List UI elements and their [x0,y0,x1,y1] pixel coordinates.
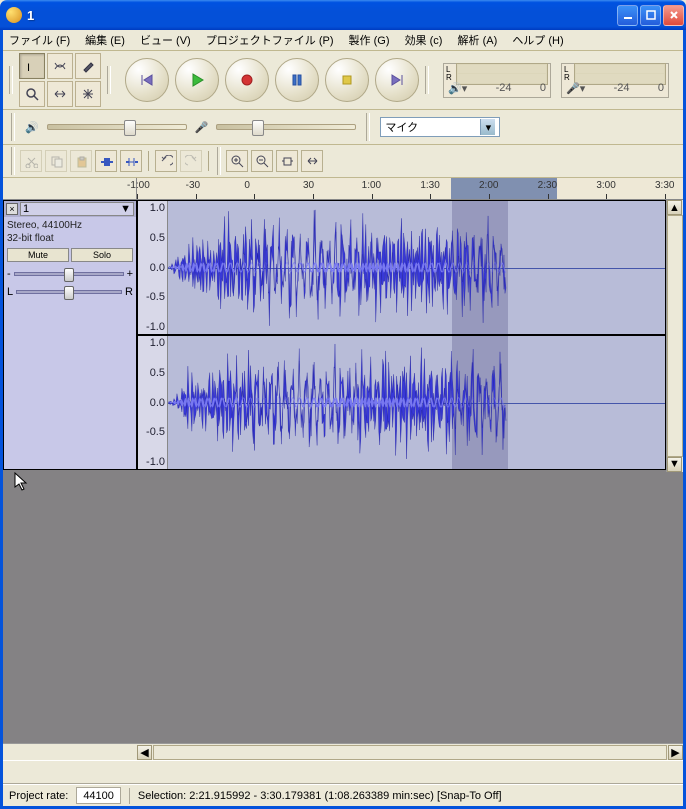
skip-end-button[interactable] [375,58,419,102]
menu-view[interactable]: ビュー (V) [140,35,191,47]
mic-icon: 🎤 [195,121,209,134]
waveform-area[interactable]: 1.00.50.0-0.5-1.0 1.00.50.0-0.5-1.0 [137,200,666,470]
selection-toolbar [3,760,683,784]
grip[interactable] [217,147,221,175]
menu-file[interactable]: ファイル (F) [9,35,70,47]
cut-button[interactable] [20,150,42,172]
app-icon [6,7,22,23]
grip[interactable] [107,66,111,94]
waveform-right-channel[interactable] [168,336,665,469]
selection-tool[interactable]: I [19,53,45,79]
menu-project[interactable]: プロジェクトファイル (P) [206,35,334,47]
track-menu-dropdown[interactable]: 1▼ [20,202,134,216]
selection-status: Selection: 2:21.915992 - 3:30.179381 (1:… [138,790,502,802]
play-button[interactable] [175,58,219,102]
pan-slider[interactable]: LR [7,286,133,298]
menu-generate[interactable]: 製作 (G) [349,35,390,47]
maximize-button[interactable] [640,5,661,26]
menu-analyze[interactable]: 解析 (A) [458,35,498,47]
menu-help[interactable]: ヘルプ (H) [512,35,563,47]
envelope-tool[interactable] [47,53,73,79]
meters: LR 🔊▾-240 LR 🎤▾-240 [435,63,669,98]
mute-button[interactable]: Mute [7,248,69,262]
fit-selection-button[interactable] [276,150,298,172]
transport-controls [125,58,419,102]
zoom-tool[interactable] [19,81,45,107]
grip[interactable] [11,147,15,175]
timeline-ruler[interactable]: -1:00-300301:001:302:002:303:003:30 [3,178,683,200]
main-toolbar: I LR 🔊▾-240 LR 🎤▾-240 [3,51,683,110]
zoom-in-button[interactable] [226,150,248,172]
track-bits: 32-bit float [7,232,133,245]
project-rate-value[interactable]: 44100 [76,787,121,804]
chevron-down-icon: ▼ [120,203,131,215]
amplitude-ruler-right: 1.00.50.0-0.5-1.0 [138,336,168,469]
svg-text:I: I [27,62,30,73]
fit-project-button[interactable] [301,150,323,172]
output-volume-slider[interactable] [47,124,187,130]
track-header: × 1▼ Stereo, 44100Hz 32-bit float Mute S… [3,200,137,470]
input-volume-slider[interactable] [216,124,356,130]
menu-edit[interactable]: 編集 (E) [85,35,125,47]
copy-button[interactable] [45,150,67,172]
paste-button[interactable] [70,150,92,172]
minimize-button[interactable] [617,5,638,26]
grip[interactable] [366,113,370,141]
mixer-toolbar: 🔊 🎤 マイク ▾ [3,110,683,145]
amplitude-ruler-left: 1.00.50.0-0.5-1.0 [138,201,168,334]
multi-tool[interactable] [75,81,101,107]
tools-grid: I [19,53,101,107]
mic-icon: 🎤▾ [566,82,585,95]
menubar: ファイル (F) 編集 (E) ビュー (V) プロジェクトファイル (P) 製… [3,30,683,51]
skip-start-button[interactable] [125,58,169,102]
draw-tool[interactable] [75,53,101,79]
horizontal-scrollbar[interactable]: ◀▶ [3,743,683,760]
speaker-icon: 🔊 [25,121,39,134]
dropdown-arrow-icon: ▾ [480,119,495,135]
track-format: Stereo, 44100Hz [7,219,133,232]
trim-button[interactable] [95,150,117,172]
redo-button[interactable] [180,150,202,172]
menu-effect[interactable]: 効果 (c) [405,35,443,47]
input-device-dropdown[interactable]: マイク ▾ [380,117,500,137]
timeshift-tool[interactable] [47,81,73,107]
titlebar[interactable]: 1 [0,0,686,30]
grip[interactable] [11,113,15,141]
gain-slider[interactable]: -+ [7,268,133,280]
empty-track-space[interactable] [3,472,683,744]
pause-button[interactable] [275,58,319,102]
window-title: 1 [27,8,615,23]
solo-button[interactable]: Solo [71,248,133,262]
edit-toolbar [3,145,683,178]
vertical-scrollbar[interactable]: ▲▼ [666,200,683,472]
silence-button[interactable] [120,150,142,172]
waveform-left-channel[interactable] [168,201,665,334]
statusbar: Project rate: 44100 Selection: 2:21.9159… [3,784,683,806]
grip[interactable] [425,66,429,94]
undo-button[interactable] [155,150,177,172]
stop-button[interactable] [325,58,369,102]
grip[interactable] [9,66,13,94]
record-button[interactable] [225,58,269,102]
close-button[interactable] [663,5,684,26]
tracks-area: × 1▼ Stereo, 44100Hz 32-bit float Mute S… [3,200,683,472]
zoom-out-button[interactable] [251,150,273,172]
track-close-button[interactable]: × [6,203,18,215]
project-rate-label: Project rate: [9,790,68,802]
speaker-icon: 🔊▾ [448,82,467,95]
